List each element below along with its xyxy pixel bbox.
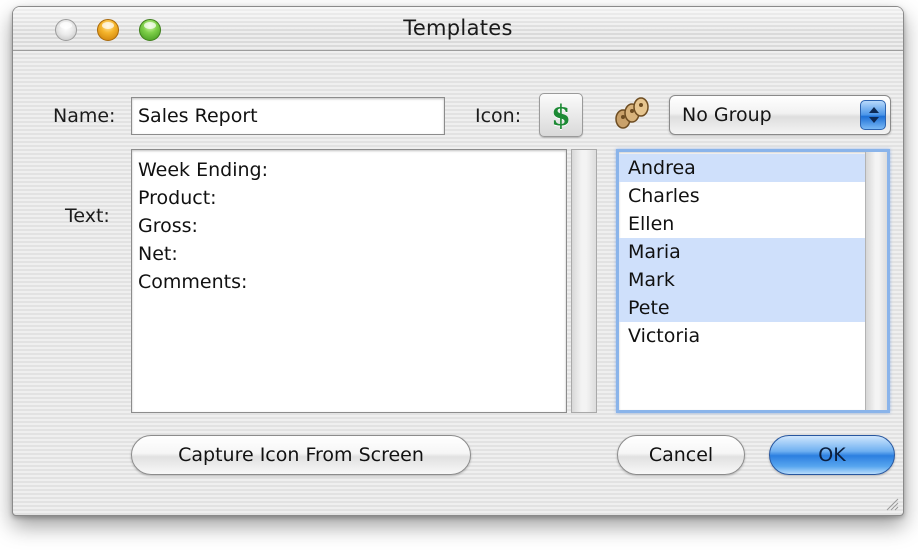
name-input[interactable] — [131, 97, 445, 135]
text-line: Net: — [138, 243, 178, 265]
group-select[interactable]: No Group — [669, 95, 891, 135]
capture-icon-button[interactable]: Capture Icon From Screen — [131, 435, 471, 475]
dollar-sign-icon: $ — [551, 98, 571, 132]
list-item[interactable]: Victoria — [619, 322, 887, 350]
list-item[interactable]: Pete — [619, 294, 887, 322]
list-item[interactable]: Andrea — [619, 154, 887, 182]
list-item[interactable]: Maria — [619, 238, 887, 266]
name-label: Name: — [53, 105, 116, 127]
people-list-scrollbar[interactable] — [865, 152, 887, 410]
people-list[interactable]: Andrea Charles Ellen Maria Mark Pete Vic… — [616, 149, 890, 413]
resize-grip-icon[interactable] — [883, 495, 899, 511]
ok-button[interactable]: OK — [769, 435, 895, 475]
text-line: Product: — [138, 187, 217, 209]
cancel-button[interactable]: Cancel — [617, 435, 745, 475]
list-item[interactable]: Ellen — [619, 210, 887, 238]
icon-label: Icon: — [475, 105, 522, 127]
window-title: Templates — [403, 16, 513, 40]
template-text-area-container: Week Ending: Product: Gross: Net: Commen… — [131, 149, 603, 413]
title-bar[interactable]: Templates — [13, 7, 903, 51]
group-users-icon — [615, 97, 649, 129]
text-label: Text: — [65, 205, 110, 227]
template-text-area[interactable]: Week Ending: Product: Gross: Net: Commen… — [131, 149, 567, 413]
group-select-value: No Group — [682, 104, 772, 126]
text-line: Gross: — [138, 215, 198, 237]
icon-well-button[interactable]: $ — [539, 93, 583, 137]
templates-window: Templates Name: Icon: $ No Group Text: W… — [12, 6, 904, 516]
list-item[interactable]: Charles — [619, 182, 887, 210]
list-item[interactable]: Mark — [619, 266, 887, 294]
text-line: Week Ending: — [138, 159, 268, 181]
chevron-updown-icon — [860, 100, 886, 130]
text-area-scrollbar[interactable] — [571, 149, 597, 413]
text-line: Comments: — [138, 271, 248, 293]
